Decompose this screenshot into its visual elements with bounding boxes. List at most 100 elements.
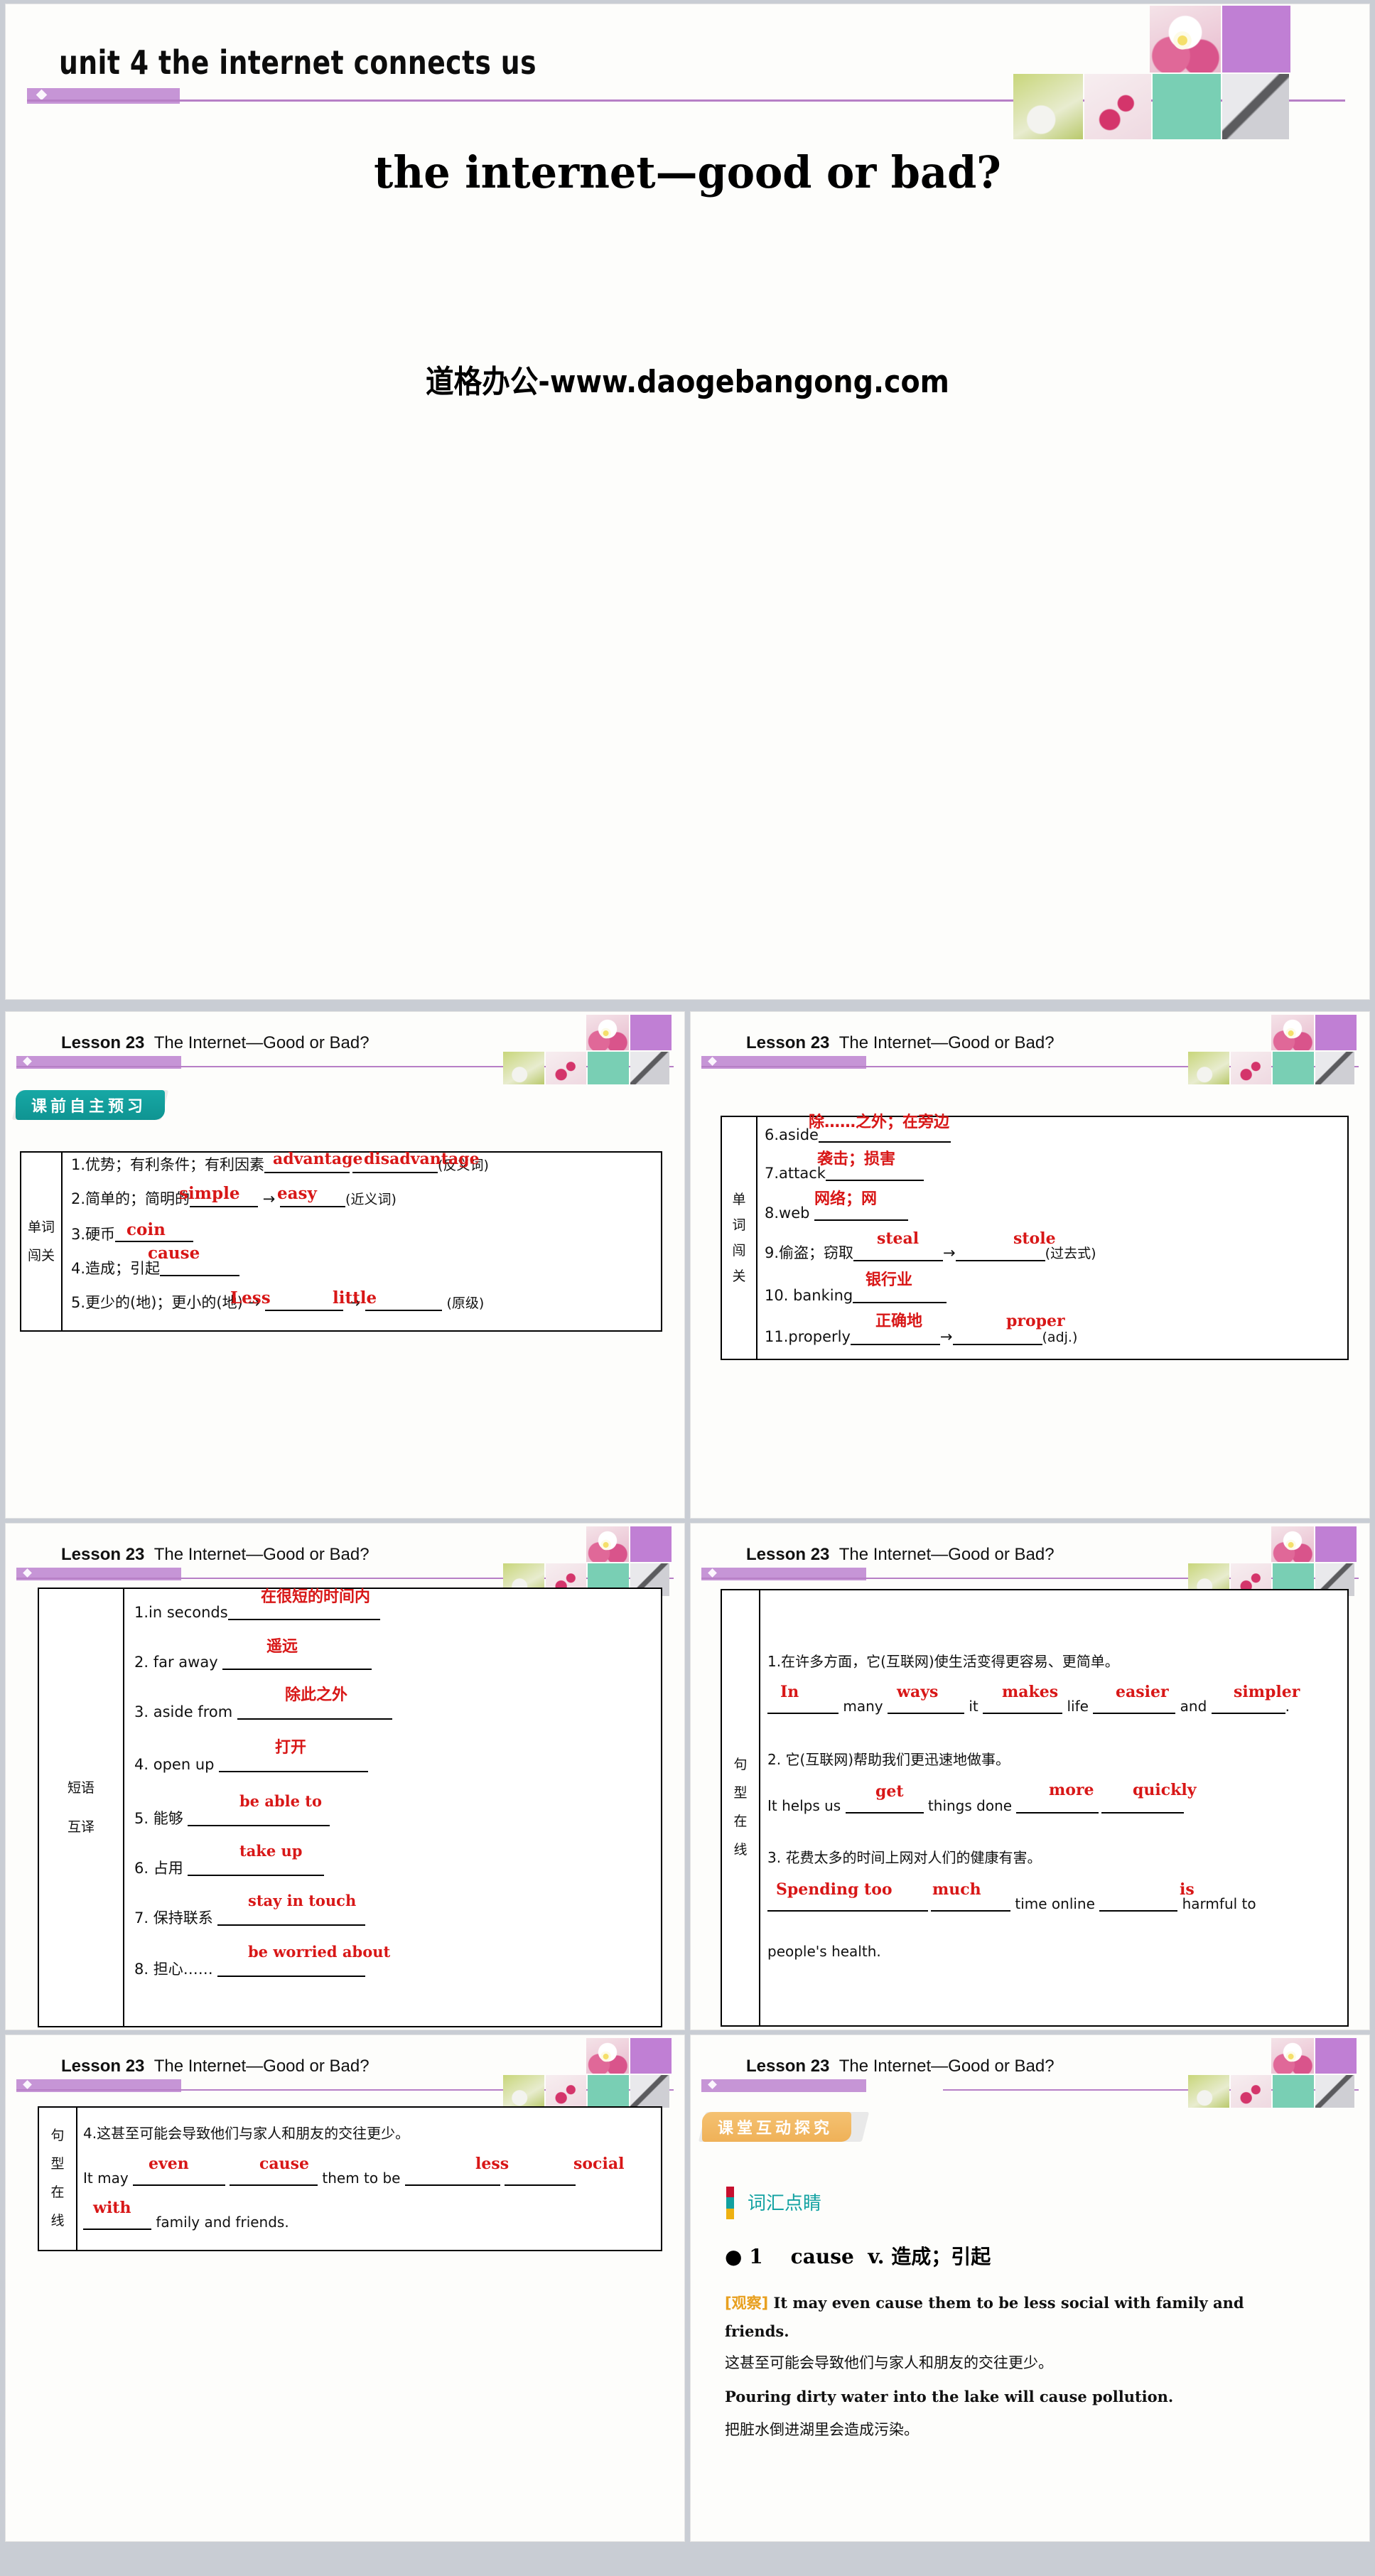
item-chinese: 更少的(地)；更小的(地) [85,1294,243,1311]
answer-text: 正确地 [875,1313,923,1330]
slide-title: Lesson 23 The Internet—Good or Bad? [61,1545,370,1565]
decor-photo-strip [503,1526,681,1596]
item-number: 1. [134,1604,149,1621]
arrow-glyph: → [262,1190,276,1207]
row-label-char: 句 [50,2128,65,2144]
device-photo-tile [630,1052,669,1084]
item-number: 3. [134,1703,149,1720]
decor-photo-strip [1013,6,1312,139]
hero-main-title: the internet—good or bad? [374,146,1001,198]
example-translation: 把脏水倒进湖里会造成污染。 [725,2421,919,2438]
table-row-label: 句 型 在 线 [722,1590,760,2025]
lesson-number: Lesson 23 [61,2057,145,2076]
answer-text: 除此之外 [285,1686,348,1704]
sentence-chinese: 3. 花费太多的时间上网对人们的健康有害。 [767,1850,1041,1865]
answer-text: stole [1013,1229,1056,1248]
row-label-char: 在 [50,2184,65,2200]
purple-color-tile [630,1526,672,1562]
item-number: 3. [767,1849,782,1866]
answer-text: ways [897,1683,939,1701]
list-item: 3. aside from 除此之外 [134,1687,392,1720]
sentence-english: time online harmful to Spending too much… [767,1881,1256,1912]
green-photo-tile [1188,2075,1229,2108]
bullet-icon: ● [725,2245,743,2268]
slide-sentences-1: Lesson 23 The Internet—Good or Bad? 句 型 … [691,1524,1369,2030]
item-number: 8. [765,1205,780,1222]
answer-text: 袭击；损害 [817,1150,896,1168]
purple-color-tile [1315,2038,1357,2074]
item-number: 4. [71,1260,86,1277]
answer-text: more [1049,1781,1094,1799]
slide-phrases: Lesson 23 The Internet—Good or Bad? 短语 互… [6,1524,684,2030]
teal-color-tile [588,1052,629,1084]
table-row: 2.简单的；简明的 → (近义词) simple easy [71,1185,397,1207]
lesson-name: The Internet—Good or Bad? [153,2057,370,2076]
item-number: 7. [765,1165,780,1182]
answer-text: Less [230,1288,271,1308]
row-label-line: 互译 [67,1818,95,1835]
flower-photo-tile [1271,2038,1314,2074]
observe-line-cont: friends. [725,2322,789,2340]
entry-pos: v. [868,2245,885,2268]
table-row: 5.更少的(地)；更小的(地) → → (原级) Less little [71,1289,485,1311]
row-label-char: 闯 [732,1243,746,1259]
answer-text: quickly [1133,1781,1197,1799]
decor-photo-strip [1188,1015,1366,1084]
answer-text: little [333,1288,377,1308]
answer-text: 遥远 [266,1638,298,1656]
item-number: 9. [765,1244,780,1261]
slide-accent-block [701,2079,866,2092]
item-chinese: 简单的；简明的 [85,1190,190,1207]
row-label-char: 型 [50,2156,65,2172]
badge-explore: 课堂互动探究 [698,2112,870,2142]
sentence-part: It helps us [767,1797,846,1814]
row-label-char: 型 [733,1785,748,1801]
row-label-char: 关 [732,1268,746,1285]
sentence-part: things done [923,1797,1017,1814]
teal-color-tile [588,2075,629,2108]
slide-vocab-1: Lesson 23 The Internet—Good or Bad? 课前自主… [6,1012,684,1518]
item-note: (原级) [446,1295,485,1311]
item-number: 6. [765,1126,780,1143]
table-row: 7.attack 袭击；损害 [765,1151,924,1182]
list-item: 4. open up 打开 [134,1740,369,1773]
table-row-label: 短语 互译 [39,1589,124,2026]
slide-explore: Lesson 23 The Internet—Good or Bad? 课堂互动… [691,2035,1369,2541]
list-item: 5. 能够 be able to [134,1793,330,1827]
answer-text: 打开 [275,1739,307,1757]
slide-title: Lesson 23 The Internet—Good or Bad? [746,1033,1055,1053]
slide-title: Lesson 23 The Internet—Good or Bad? [61,2057,370,2076]
item-prompt: in seconds [149,1604,228,1621]
device-photo-tile [630,2075,669,2108]
lesson-name: The Internet—Good or Bad? [839,1033,1055,1052]
sentence-cn-text: 这甚至可能会导致他们与家人和朋友的交往更少。 [97,2125,410,2142]
item-note: (adj.) [1042,1330,1078,1345]
item-number: 11. [765,1328,789,1345]
answer-text: 除……之外；在旁边 [809,1114,950,1131]
green-photo-tile [503,2075,544,2108]
list-item: 2. far away 遥远 [134,1639,372,1671]
answer-text: social [573,2155,625,2173]
item-number: 10. [765,1287,789,1304]
row-label-char: 在 [733,1814,748,1829]
item-prompt: 担心…… [153,1961,213,1978]
item-prompt: aside from [153,1703,233,1720]
item-prompt: open up [153,1756,215,1773]
answer-text: take up [239,1842,303,1860]
device-photo-tile [1222,74,1289,139]
answer-text: 网络；网 [814,1190,878,1208]
item-number: 2. [134,1654,149,1671]
unit-title: unit 4 the internet connects us [59,43,536,82]
purple-color-tile [630,1015,672,1050]
teal-color-tile [1273,2075,1314,2108]
pink-photo-tile [1231,1052,1271,1084]
item-number: 6. [134,1860,149,1877]
sentence-english-cont: family and friends. with [83,2199,289,2230]
watermark-text: 道格办公-www.daogebangong.com [426,364,949,400]
table-content: 6.aside 除……之外；在旁边 7.attack 袭击；损害 8.web 网… [757,1114,1347,1359]
slide-deck-page: unit 4 the internet connects us the inte… [0,0,1375,2576]
item-word: web [779,1205,810,1222]
purple-color-tile [630,2038,672,2074]
table-row: 9.偷盗；窃取 → (过去式) steal stole [765,1229,1096,1261]
flower-photo-tile [586,1526,629,1562]
